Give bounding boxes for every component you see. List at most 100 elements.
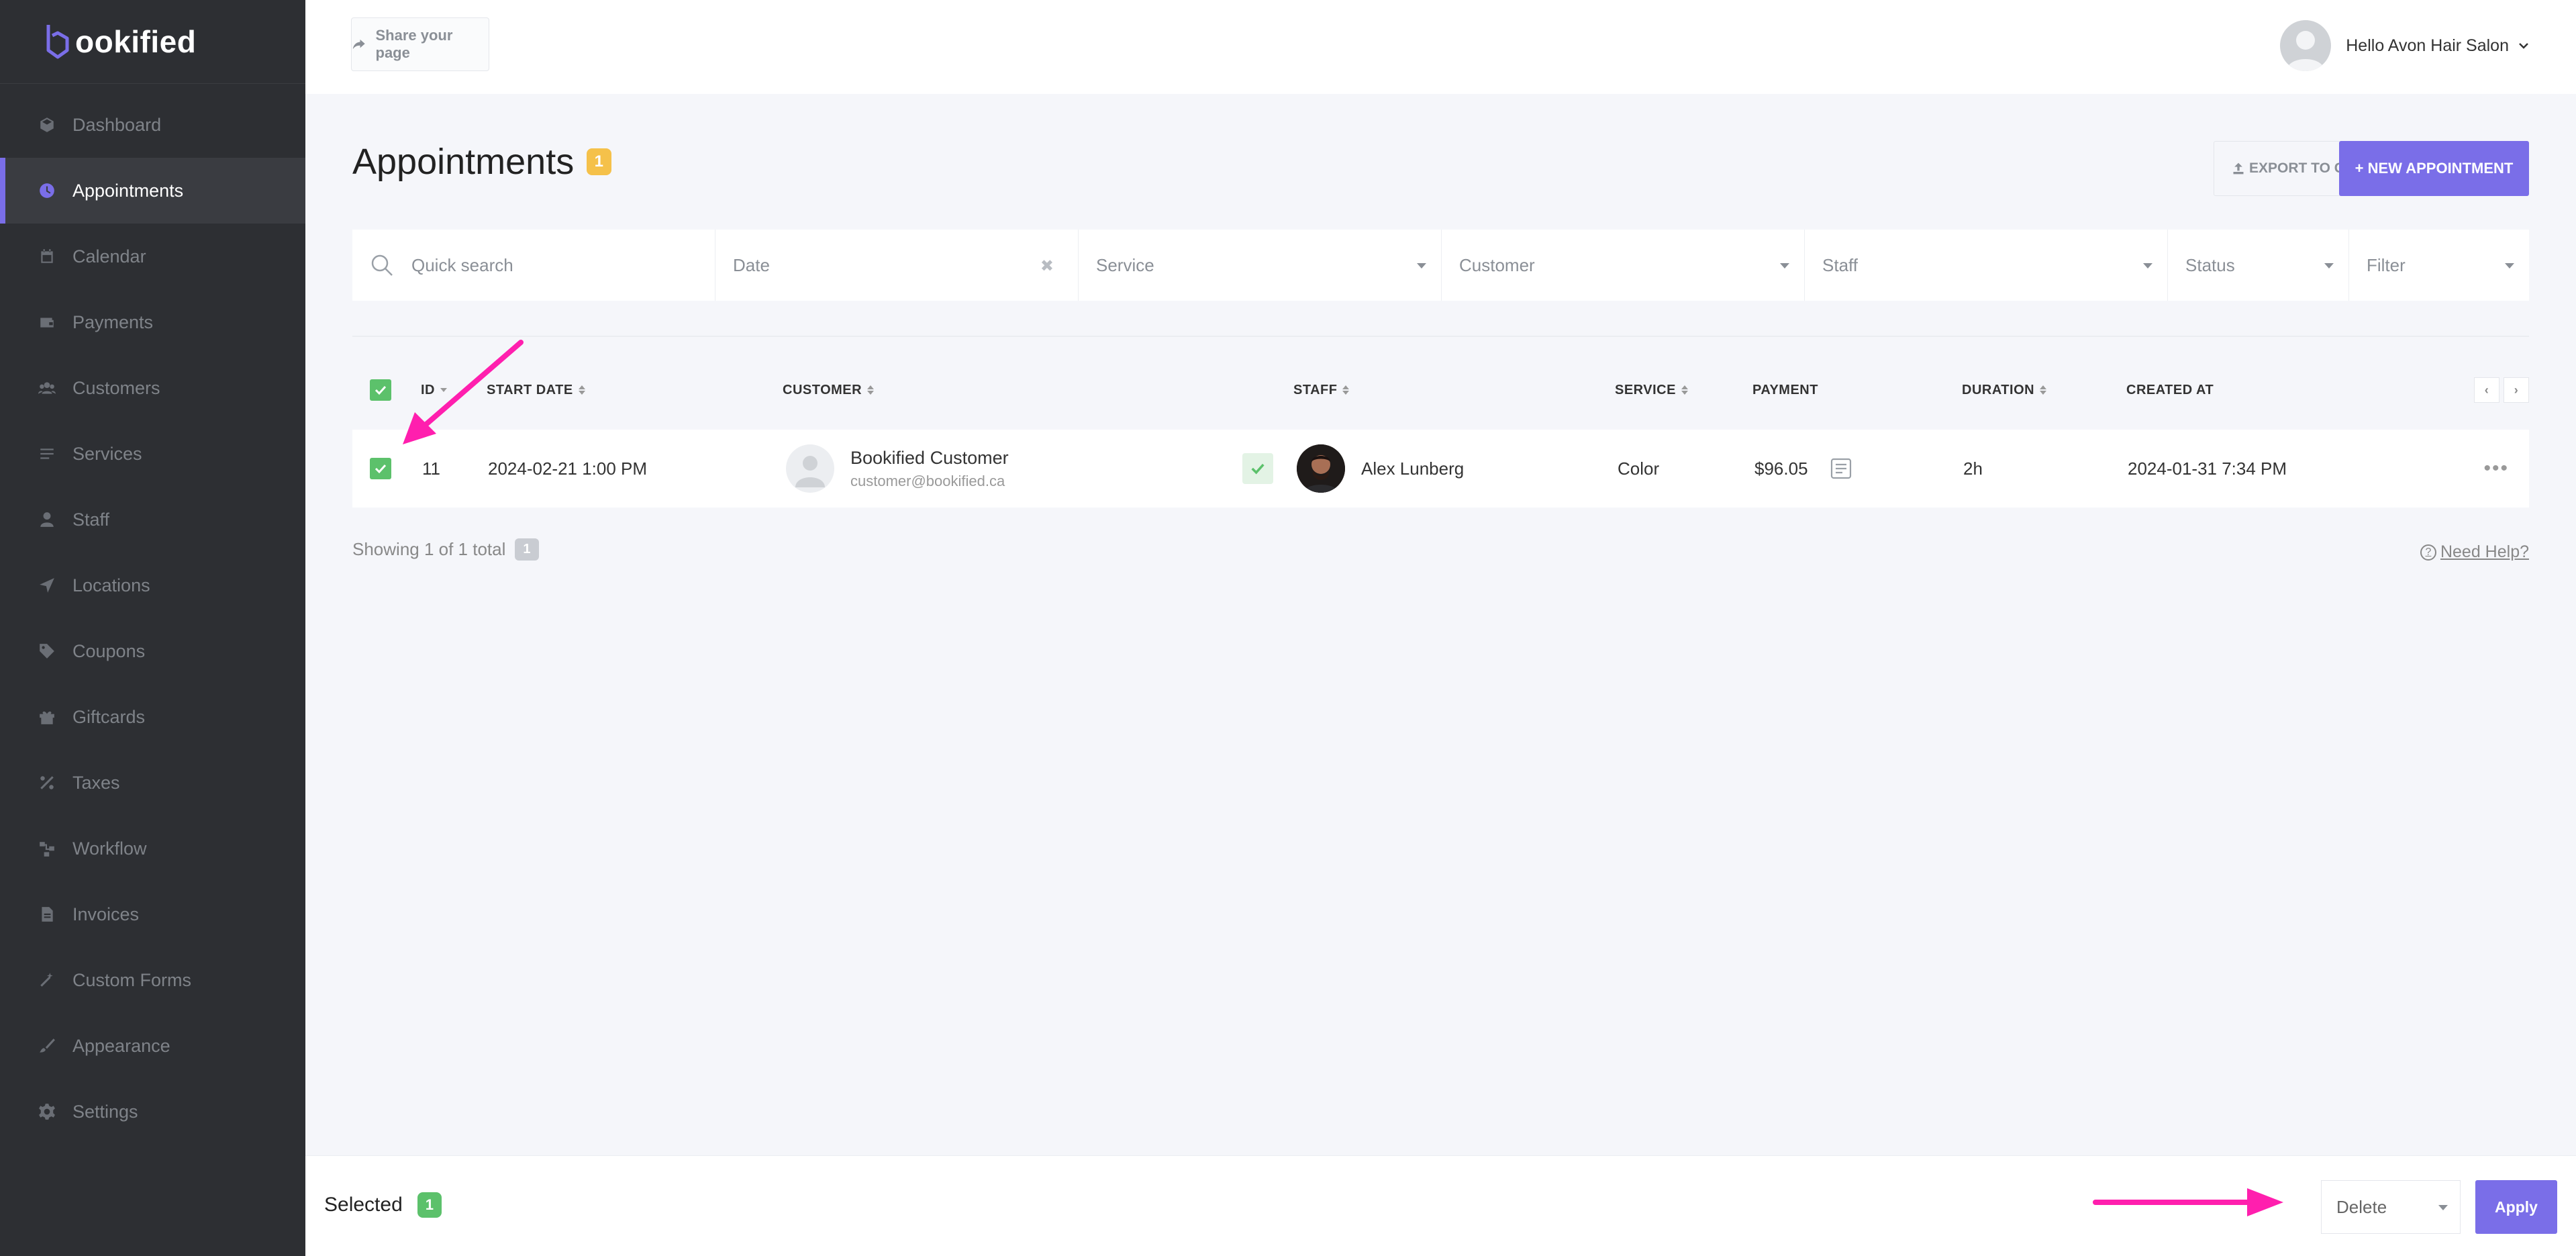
sidebar-item-locations[interactable]: Locations — [0, 552, 305, 618]
customer-name: Bookified Customer — [850, 447, 1009, 468]
sidebar-item-label: Calendar — [72, 246, 146, 267]
quick-search-input[interactable]: Quick search — [352, 230, 715, 301]
share-icon — [352, 39, 365, 50]
staff-avatar — [1297, 444, 1345, 493]
appointment-start-date: 2024-02-21 1:00 PM — [488, 458, 648, 479]
sidebar-item-label: Dashboard — [72, 114, 162, 135]
column-header-duration[interactable]: DURATION — [1962, 383, 2047, 398]
advanced-filter-label: Filter — [2367, 254, 2406, 275]
duration: 2h — [1963, 458, 1983, 479]
column-header-start-date[interactable]: START DATE — [487, 383, 585, 398]
sidebar-item-calendar[interactable]: Calendar — [0, 224, 305, 289]
chevron-down-icon — [2519, 43, 2528, 49]
column-header-id[interactable]: ID — [421, 383, 447, 398]
row-actions-menu[interactable]: ••• — [2483, 430, 2509, 508]
check-icon — [1251, 463, 1265, 475]
sidebar-item-appointments[interactable]: Appointments — [0, 158, 305, 224]
staff-name: Alex Lunberg — [1361, 458, 1465, 479]
column-header-created-at: CREATED AT — [2126, 382, 2214, 397]
sidebar-item-label: Taxes — [72, 772, 120, 793]
sidebar-item-appearance[interactable]: Appearance — [0, 1013, 305, 1079]
sidebar-item-services[interactable]: Services — [0, 421, 305, 487]
file-icon — [38, 905, 56, 924]
prev-page-button[interactable]: ‹ — [2474, 377, 2499, 403]
gift-icon — [38, 708, 56, 726]
sort-icon — [1342, 385, 1350, 395]
percent-icon — [38, 773, 56, 792]
sidebar-item-label: Customers — [72, 377, 160, 398]
page-header: Appointments 1 — [352, 141, 2529, 195]
status-filter-label: Status — [2185, 254, 2235, 275]
sidebar-item-settings[interactable]: Settings — [0, 1079, 305, 1145]
caret-down-icon — [2324, 263, 2334, 269]
check-icon — [375, 464, 387, 474]
logo-text: ookified — [75, 24, 197, 59]
quick-search-placeholder: Quick search — [411, 254, 513, 275]
apply-button[interactable]: Apply — [2475, 1180, 2557, 1234]
sidebar-item-label: Appointments — [72, 180, 184, 201]
sidebar-item-custom-forms[interactable]: Custom Forms — [0, 947, 305, 1013]
next-page-button[interactable]: › — [2504, 377, 2529, 403]
need-help-link[interactable]: ? Need Help? — [2420, 542, 2529, 562]
showing-text: Showing 1 of 1 total — [352, 539, 506, 559]
logo[interactable]: ookified — [0, 0, 305, 84]
advanced-filter[interactable]: Filter — [2349, 230, 2529, 301]
table-row[interactable]: 11 2024-02-21 1:00 PM Bookified Customer… — [352, 430, 2529, 508]
created-at: 2024-01-31 7:34 PM — [2128, 458, 2287, 479]
caret-down-icon — [2505, 263, 2514, 269]
divider — [352, 336, 2529, 337]
service-filter[interactable]: Service — [1079, 230, 1442, 301]
sidebar: ookified Dashboard Appointments Calendar… — [0, 0, 305, 1256]
customer-email: customer@bookified.ca — [850, 472, 1005, 489]
showing-count-badge: 1 — [515, 538, 539, 561]
sidebar-item-invoices[interactable]: Invoices — [0, 881, 305, 947]
brush-icon — [38, 1036, 56, 1055]
user-greeting: Hello Avon Hair Salon — [2346, 36, 2509, 55]
appointments-count-badge: 1 — [586, 148, 612, 175]
row-checkbox[interactable] — [370, 430, 391, 508]
caret-down-icon — [2438, 1205, 2448, 1210]
customer-filter-label: Customer — [1459, 254, 1535, 275]
column-header-customer[interactable]: CUSTOMER — [783, 383, 875, 398]
sidebar-item-coupons[interactable]: Coupons — [0, 618, 305, 684]
select-all-checkbox[interactable] — [370, 379, 391, 401]
user-menu[interactable]: Hello Avon Hair Salon — [2280, 20, 2529, 71]
sort-icon — [1681, 385, 1688, 395]
sidebar-item-label: Payments — [72, 311, 154, 332]
sidebar-item-label: Custom Forms — [72, 969, 192, 990]
bulk-action-select[interactable]: Delete — [2321, 1180, 2461, 1234]
payment-cell[interactable]: $96.05 — [1754, 430, 1854, 508]
sidebar-item-staff[interactable]: Staff — [0, 487, 305, 552]
wallet-icon — [38, 313, 56, 332]
clear-date-icon[interactable]: ✖ — [1040, 256, 1054, 276]
share-page-button[interactable]: Share your page — [351, 17, 489, 71]
bulk-action-value: Delete — [2336, 1196, 2387, 1217]
status-filter[interactable]: Status — [2168, 230, 2349, 301]
bookified-logo-icon — [46, 25, 69, 59]
staff-filter-label: Staff — [1822, 254, 1859, 275]
sidebar-item-payments[interactable]: Payments — [0, 289, 305, 355]
caret-down-icon — [2143, 263, 2152, 269]
sidebar-item-dashboard[interactable]: Dashboard — [0, 92, 305, 158]
customer-filter[interactable]: Customer — [1442, 230, 1805, 301]
workflow-icon — [38, 839, 56, 858]
sidebar-item-label: Staff — [72, 509, 110, 530]
status-approved[interactable] — [1242, 430, 1273, 508]
users-icon — [38, 379, 56, 397]
sidebar-item-customers[interactable]: Customers — [0, 355, 305, 421]
column-header-staff[interactable]: STAFF — [1293, 383, 1350, 398]
filter-bar: Quick search Date ✖ Service Customer Sta… — [352, 230, 2529, 301]
cube-icon — [38, 115, 56, 134]
staff-cell[interactable]: Alex Lunberg — [1297, 430, 1464, 508]
column-header-service[interactable]: SERVICE — [1615, 383, 1688, 398]
sidebar-item-workflow[interactable]: Workflow — [0, 816, 305, 881]
user-icon — [38, 510, 56, 529]
customer-cell[interactable]: Bookified Customer customer@bookified.ca — [786, 430, 1009, 508]
receipt-icon[interactable] — [1828, 456, 1854, 481]
date-filter[interactable]: Date ✖ — [715, 230, 1079, 301]
new-appointment-button[interactable]: + NEW APPOINTMENT — [2339, 141, 2529, 196]
staff-filter[interactable]: Staff — [1805, 230, 2168, 301]
sidebar-item-taxes[interactable]: Taxes — [0, 750, 305, 816]
sidebar-item-giftcards[interactable]: Giftcards — [0, 684, 305, 750]
sidebar-item-label: Coupons — [72, 640, 146, 661]
